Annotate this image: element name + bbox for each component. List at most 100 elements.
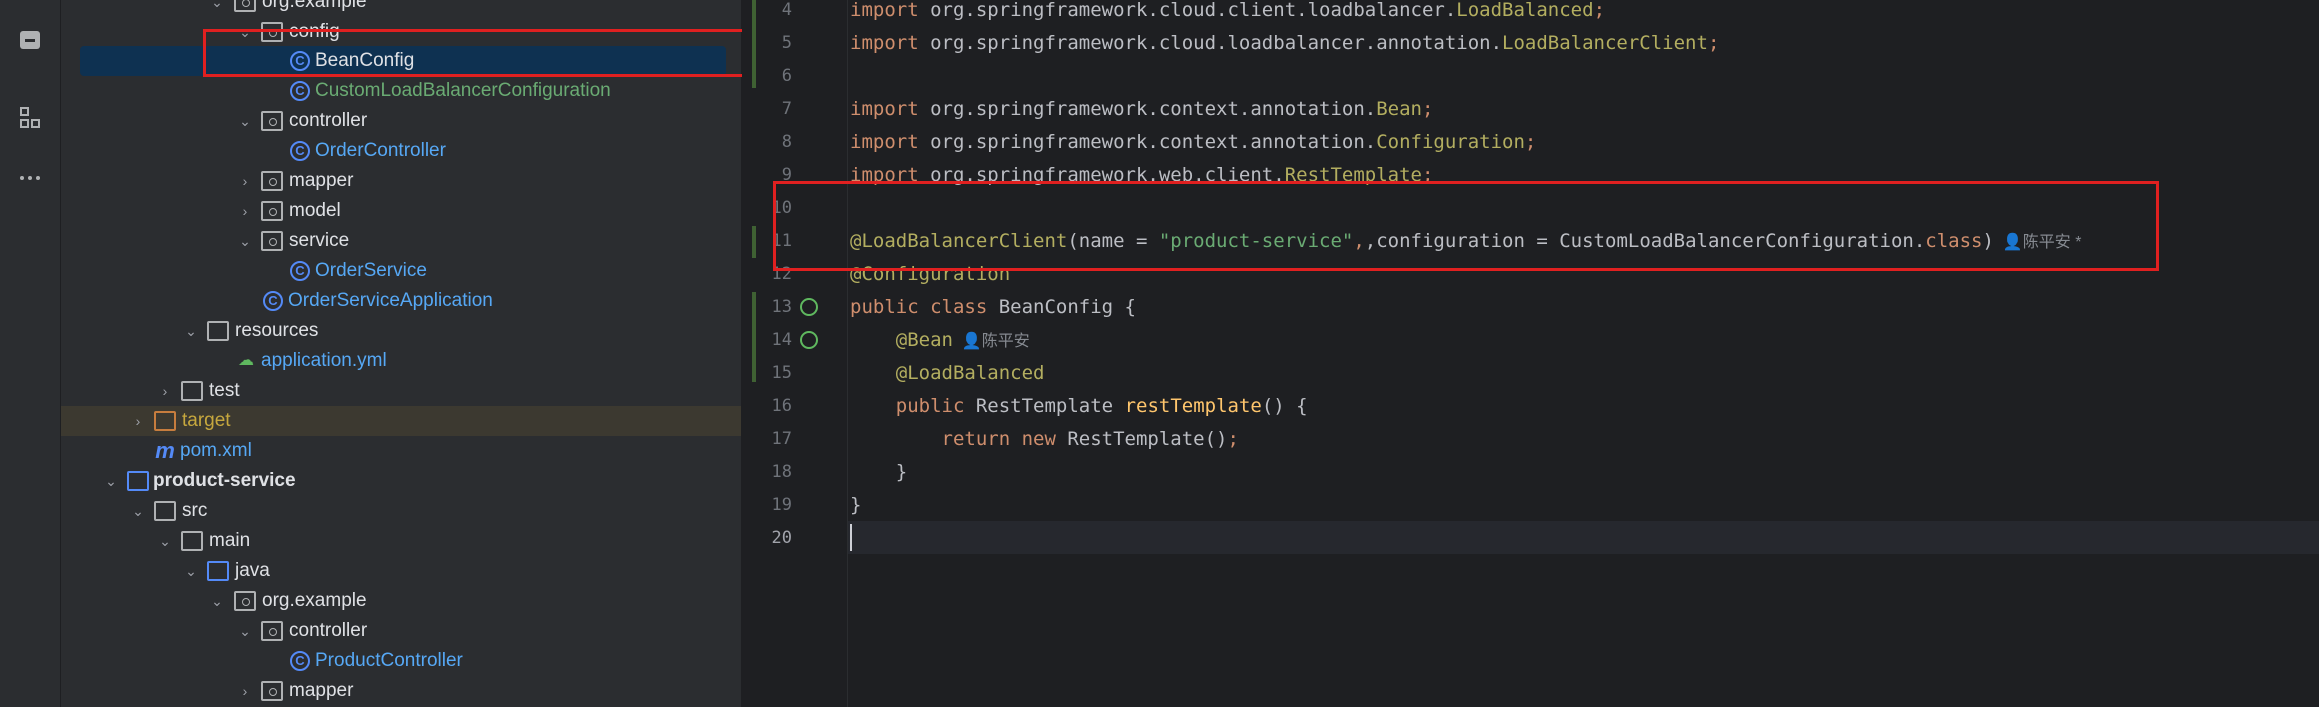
code-text: }: [850, 494, 862, 516]
chevron-right-icon[interactable]: ›: [237, 676, 253, 706]
code-line-4: import org.springframework.cloud.client.…: [850, 0, 1605, 27]
chevron-down-icon[interactable]: ⌄: [183, 316, 199, 346]
keyword: public class: [850, 296, 988, 318]
tree-item-ordercontroller[interactable]: C OrderController: [61, 136, 741, 166]
code-text: BeanConfig {: [987, 296, 1136, 318]
tree-item-java[interactable]: ⌄ java: [61, 556, 741, 586]
tree-item-orderservice[interactable]: C OrderService: [61, 256, 741, 286]
package: org.springframework.context.annotation.: [918, 98, 1377, 120]
tree-item-label: OrderServiceApplication: [288, 290, 493, 311]
tree-item-target[interactable]: › target: [61, 406, 741, 436]
code-text: }: [895, 461, 908, 483]
tree-item-label: OrderController: [315, 140, 446, 161]
line-number: 6: [781, 66, 792, 86]
chevron-down-icon[interactable]: ⌄: [157, 526, 173, 556]
code-line-19: }: [850, 489, 861, 522]
tree-item-application-yml[interactable]: ☁ application.yml: [61, 346, 741, 376]
line-number: 18: [771, 462, 792, 482]
tree-item-src[interactable]: ⌄ src: [61, 496, 741, 526]
code-editor[interactable]: 4 5 6 7 8 9 10 11 12 13 14 15 16 17 18 1…: [742, 0, 2319, 707]
chevron-right-icon[interactable]: ›: [237, 166, 253, 196]
keyword: import: [850, 98, 919, 120]
line-number: 16: [771, 396, 792, 416]
project-icon[interactable]: [16, 26, 44, 54]
line-number: 15: [771, 363, 792, 383]
tree-item-product-service[interactable]: ⌄ product-service: [61, 466, 741, 496]
package-folder-icon: [261, 111, 283, 131]
class-icon: C: [290, 81, 310, 101]
code-text: RestTemplate(): [1055, 428, 1228, 450]
tree-item-label: product-service: [153, 470, 296, 491]
user-icon: 👤: [961, 333, 982, 350]
folder-icon: [181, 381, 203, 401]
tree-item-label: service: [289, 230, 350, 251]
semicolon: ;: [1227, 428, 1239, 450]
chevron-right-icon[interactable]: ›: [157, 376, 173, 406]
line-number: 20: [771, 528, 792, 548]
tree-item-org-example[interactable]: ⌄ org.example: [61, 0, 741, 17]
spring-bean-gutter-icon[interactable]: [800, 298, 818, 316]
tree-item-controller[interactable]: ⌄ controller: [61, 106, 741, 136]
line-number: 19: [771, 495, 792, 515]
line-number: 17: [771, 429, 792, 449]
package: org.springframework.cloud.loadbalancer.a…: [918, 32, 1503, 54]
package-folder-icon: [261, 681, 283, 701]
tree-item-mapper[interactable]: › mapper: [61, 166, 741, 196]
tree-item-label: OrderService: [315, 260, 427, 281]
chevron-down-icon[interactable]: ⌄: [183, 556, 199, 586]
package-folder-icon: [261, 621, 283, 641]
tree-item-model[interactable]: › model: [61, 196, 741, 226]
class-name: Configuration: [1376, 131, 1525, 153]
tree-item-org-example-2[interactable]: ⌄ org.example: [61, 586, 741, 616]
structure-icon[interactable]: [16, 104, 44, 132]
package: org.springframework.cloud.client.loadbal…: [918, 0, 1457, 21]
chevron-down-icon[interactable]: ⌄: [130, 496, 146, 526]
tree-item-label: java: [235, 560, 270, 581]
keyword: import: [850, 0, 919, 21]
more-icon[interactable]: [16, 164, 44, 192]
spring-bean-gutter-icon[interactable]: [800, 331, 818, 349]
keyword: import: [850, 131, 919, 153]
source-folder-icon: [207, 561, 229, 581]
chevron-down-icon[interactable]: ⌄: [103, 466, 119, 496]
chevron-down-icon[interactable]: ⌄: [237, 106, 253, 136]
code-text: () {: [1261, 395, 1308, 417]
package: org.springframework.context.annotation.: [918, 131, 1377, 153]
tree-item-label: org.example: [262, 0, 367, 12]
tree-item-controller-2[interactable]: ⌄ controller: [61, 616, 741, 646]
tree-item-main[interactable]: ⌄ main: [61, 526, 741, 556]
author-name: 陈平安: [981, 333, 1030, 350]
tree-item-pom-xml[interactable]: m pom.xml: [61, 436, 741, 466]
chevron-down-icon[interactable]: ⌄: [209, 586, 225, 616]
line-number: 8: [781, 132, 792, 152]
tree-item-mapper-2[interactable]: › mapper: [61, 676, 741, 706]
code-line-18: }: [850, 456, 907, 489]
folder-icon: [154, 501, 176, 521]
tree-item-orderserviceapplication[interactable]: C OrderServiceApplication: [61, 286, 741, 316]
tree-item-service[interactable]: ⌄ service: [61, 226, 741, 256]
tree-item-label: controller: [289, 110, 368, 131]
line-number: 14: [771, 330, 792, 350]
code-line-8: import org.springframework.context.annot…: [850, 126, 1536, 159]
chevron-down-icon[interactable]: ⌄: [237, 226, 253, 256]
tree-item-resources[interactable]: ⌄ resources: [61, 316, 741, 346]
chevron-right-icon[interactable]: ›: [130, 406, 146, 436]
class-icon: C: [290, 141, 310, 161]
line-number: 7: [781, 99, 792, 119]
tree-item-customloadbalancerconfiguration[interactable]: C CustomLoadBalancerConfiguration: [61, 76, 741, 106]
tree-item-label: main: [209, 530, 251, 551]
tree-item-productcontroller[interactable]: C ProductController: [61, 646, 741, 676]
chevron-right-icon[interactable]: ›: [237, 196, 253, 226]
chevron-down-icon[interactable]: ⌄: [209, 0, 225, 17]
chevron-down-icon[interactable]: ⌄: [237, 616, 253, 646]
class-icon: C: [290, 261, 310, 281]
author-inlay[interactable]: 👤陈平安: [953, 333, 1030, 350]
tree-item-test[interactable]: › test: [61, 376, 741, 406]
tree-item-label: application.yml: [261, 350, 387, 371]
code-line-13: public class BeanConfig {: [850, 291, 1136, 324]
class-name: LoadBalancerClient: [1502, 32, 1708, 54]
folder-icon: [181, 531, 203, 551]
package-folder-icon: [261, 171, 283, 191]
spring-class-icon: C: [263, 291, 283, 311]
code-line-14: @Bean 👤陈平安: [850, 324, 1030, 357]
